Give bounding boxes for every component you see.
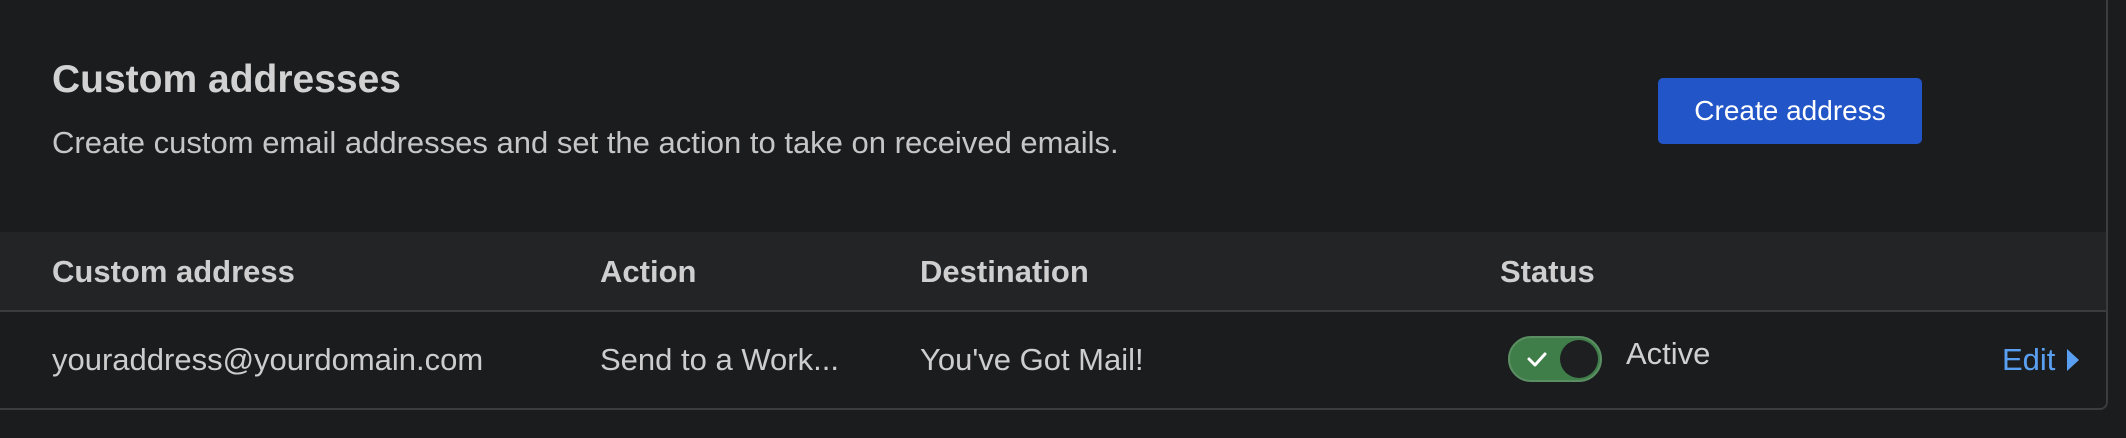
custom-address-cell: youraddress@yourdomain.com bbox=[52, 342, 484, 377]
edit-label: Edit bbox=[2002, 342, 2056, 377]
custom-addresses-card: Custom addresses Create custom email add… bbox=[0, 0, 2108, 410]
check-icon bbox=[1527, 352, 1547, 367]
destination-cell: You've Got Mail! bbox=[920, 342, 1144, 377]
page-title: Custom addresses bbox=[52, 58, 401, 101]
column-header-action: Action bbox=[600, 254, 697, 289]
status-toggle[interactable] bbox=[1508, 336, 1602, 382]
toggle-knob bbox=[1560, 340, 1598, 378]
create-address-button[interactable]: Create address bbox=[1658, 78, 1922, 144]
edit-link[interactable]: Edit bbox=[2002, 338, 2081, 382]
column-header-custom-address: Custom address bbox=[52, 254, 295, 289]
page-subtitle: Create custom email addresses and set th… bbox=[52, 125, 1119, 160]
page: Custom addresses Create custom email add… bbox=[0, 0, 2126, 438]
column-header-destination: Destination bbox=[920, 254, 1089, 289]
status-label: Active bbox=[1626, 336, 1711, 371]
table-header: Custom address Action Destination Status bbox=[0, 232, 2106, 312]
table-row: youraddress@yourdomain.com Send to a Wor… bbox=[0, 312, 2106, 408]
column-header-status: Status bbox=[1500, 254, 1595, 289]
action-cell: Send to a Work... bbox=[600, 342, 839, 377]
caret-right-icon bbox=[2067, 349, 2080, 371]
